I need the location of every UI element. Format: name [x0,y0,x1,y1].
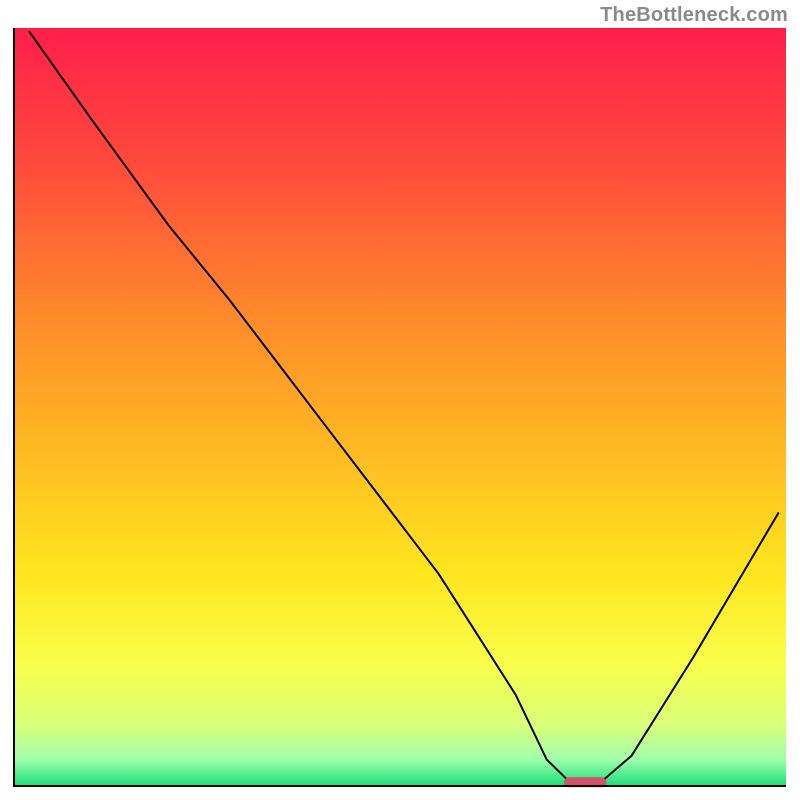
bottleneck-chart [0,0,800,800]
chart-stage: TheBottleneck.com [0,0,800,800]
heat-background [14,28,786,786]
